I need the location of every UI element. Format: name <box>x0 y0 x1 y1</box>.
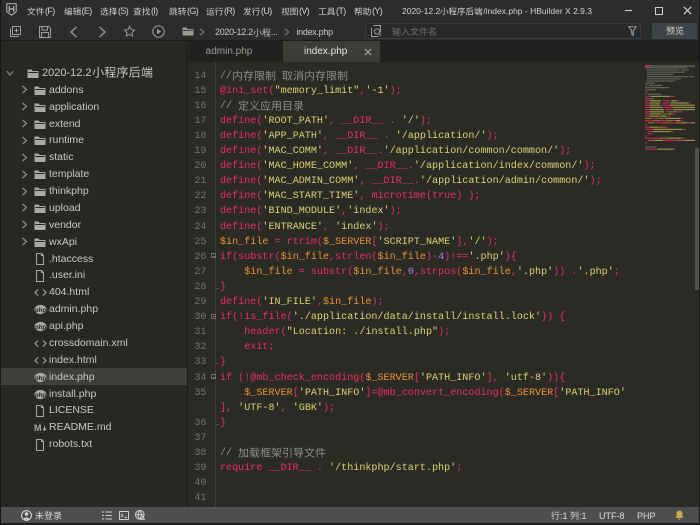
svg-text:php: php <box>35 375 46 381</box>
svg-text:php: php <box>35 308 46 314</box>
svg-text:M: M <box>34 423 42 433</box>
svg-text:php: php <box>35 325 46 331</box>
svg-text:php: php <box>35 392 46 398</box>
